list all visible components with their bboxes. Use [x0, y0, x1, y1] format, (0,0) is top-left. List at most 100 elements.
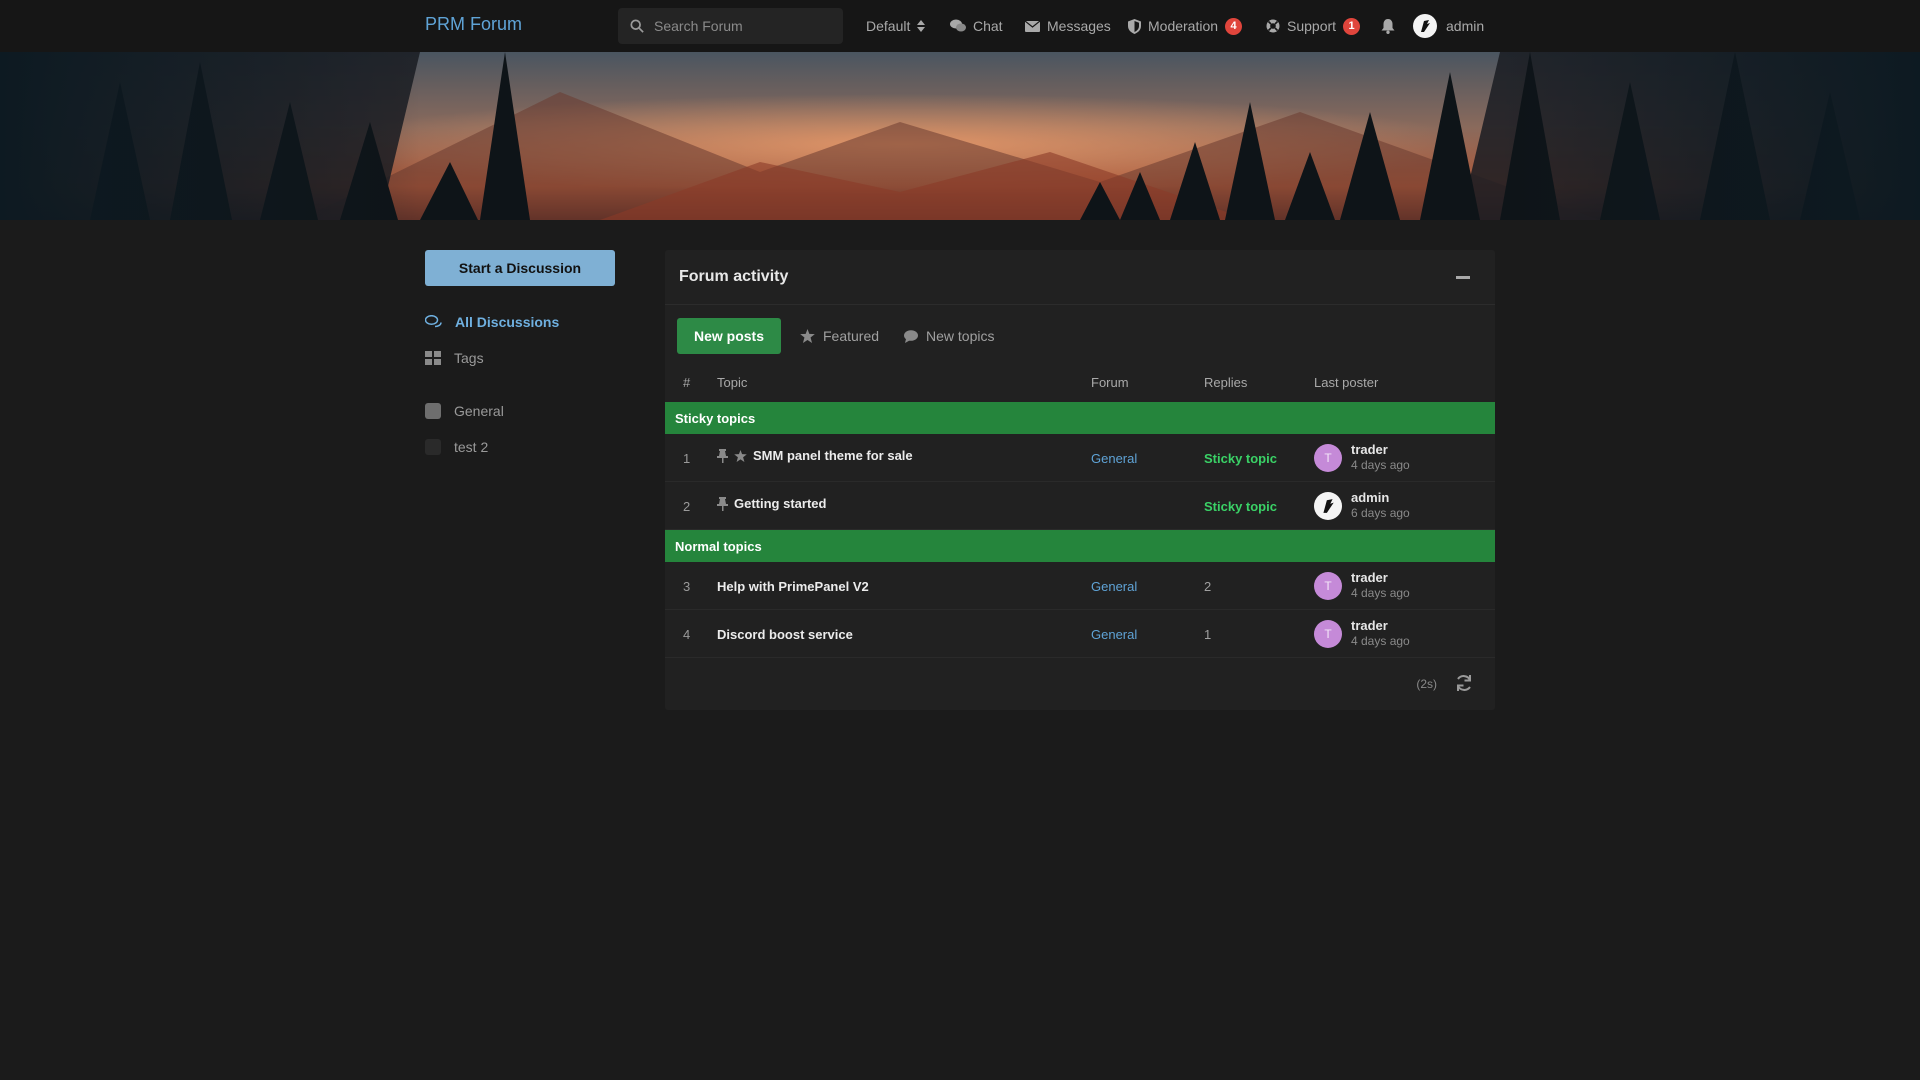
- all-discussions-label: All Discussions: [455, 314, 560, 330]
- pin-icon: [717, 448, 728, 463]
- top-navbar: PRM Forum Default Chat Messages Moderati…: [0, 0, 1920, 52]
- forum-link[interactable]: General: [1091, 451, 1137, 466]
- column-header-forum: Forum: [1091, 375, 1129, 390]
- post-time: 4 days ago: [1351, 458, 1410, 472]
- messages-label: Messages: [1047, 18, 1111, 34]
- tab-new-posts[interactable]: New posts: [677, 318, 781, 354]
- sidebar-item-all-discussions[interactable]: All Discussions: [425, 314, 559, 330]
- lifebuoy-icon: [1266, 19, 1280, 33]
- topic-link[interactable]: Help with PrimePanel V2: [717, 579, 869, 594]
- panel-divider: [665, 304, 1495, 305]
- tab-new-topics[interactable]: New topics: [904, 318, 994, 354]
- new-topics-label: New topics: [926, 328, 995, 344]
- sidebar-item-tag-test-2[interactable]: test 2: [425, 439, 488, 455]
- normal-topics-header: Normal topics: [665, 530, 1495, 562]
- sort-arrows-icon: [917, 20, 926, 32]
- shield-icon: [1128, 18, 1141, 34]
- default-label: Default: [866, 18, 911, 34]
- column-header-topic: Topic: [717, 375, 748, 390]
- topic-title: SMM panel theme for sale: [753, 448, 913, 463]
- topic-link[interactable]: Getting started: [717, 496, 826, 511]
- last-poster: trader 4 days ago: [1351, 618, 1410, 648]
- avatar[interactable]: [1314, 492, 1342, 520]
- column-header-last-poster: Last poster: [1314, 375, 1379, 390]
- notifications-bell[interactable]: [1381, 0, 1395, 52]
- nav-messages[interactable]: Messages: [1025, 0, 1111, 52]
- featured-label: Featured: [823, 328, 880, 344]
- tag-color-swatch: [425, 439, 441, 455]
- poster-name[interactable]: trader: [1351, 618, 1410, 633]
- last-poster: trader 4 days ago: [1351, 442, 1410, 472]
- topic-link[interactable]: SMM panel theme for sale: [717, 448, 913, 463]
- hero-banner: [0, 52, 1920, 220]
- topic-link[interactable]: Discord boost service: [717, 627, 853, 642]
- forum-brand[interactable]: PRM Forum: [425, 14, 522, 35]
- tags-label: Tags: [454, 350, 484, 366]
- moderation-label: Moderation: [1148, 18, 1219, 34]
- last-poster: admin 6 days ago: [1351, 490, 1410, 520]
- bell-icon: [1381, 18, 1395, 34]
- table-row[interactable]: 2 Getting started Sticky topic admin 6 d…: [665, 482, 1495, 530]
- sticky-status: Sticky topic: [1204, 451, 1277, 466]
- poster-name[interactable]: trader: [1351, 570, 1410, 585]
- tag-color-swatch: [425, 403, 441, 419]
- avatar[interactable]: T: [1314, 444, 1342, 472]
- search-box[interactable]: [618, 8, 843, 44]
- refresh-icon: [1457, 675, 1471, 691]
- reply-count: 2: [1204, 579, 1212, 594]
- grid-icon: [425, 351, 441, 365]
- tag-test2-label: test 2: [454, 439, 489, 455]
- support-label: Support: [1287, 18, 1337, 34]
- poster-name[interactable]: admin: [1351, 490, 1410, 505]
- pin-icon: [717, 496, 728, 511]
- tab-featured[interactable]: Featured: [800, 318, 879, 354]
- topic-title: Discord boost service: [717, 627, 853, 642]
- star-icon: [800, 329, 815, 343]
- avatar[interactable]: T: [1314, 620, 1342, 648]
- topic-title: Getting started: [734, 496, 827, 511]
- sidebar-item-tags[interactable]: Tags: [425, 350, 484, 366]
- chat-label: Chat: [973, 18, 1003, 34]
- row-number: 3: [683, 579, 691, 594]
- start-discussion-button[interactable]: Start a Discussion: [425, 250, 615, 286]
- nav-default-selector[interactable]: Default: [866, 0, 926, 52]
- moderation-badge: 4: [1225, 17, 1243, 35]
- row-number: 2: [683, 499, 691, 514]
- nav-moderation[interactable]: Moderation 4: [1128, 0, 1243, 52]
- search-icon: [630, 19, 644, 33]
- search-input[interactable]: [654, 18, 834, 34]
- user-label: admin: [1446, 18, 1485, 34]
- envelope-icon: [1025, 20, 1040, 32]
- topic-title: Help with PrimePanel V2: [717, 579, 869, 594]
- user-avatar: [1413, 14, 1437, 38]
- table-row[interactable]: 3 Help with PrimePanel V2 General 2 T tr…: [665, 562, 1495, 610]
- post-time: 4 days ago: [1351, 634, 1410, 648]
- forum-link[interactable]: General: [1091, 579, 1137, 594]
- sticky-topics-header: Sticky topics: [665, 402, 1495, 434]
- user-menu[interactable]: admin: [1413, 0, 1484, 52]
- comments-icon: [425, 315, 442, 328]
- row-number: 4: [683, 627, 691, 642]
- nav-support[interactable]: Support 1: [1266, 0, 1361, 52]
- post-time: 6 days ago: [1351, 506, 1410, 520]
- avatar[interactable]: T: [1314, 572, 1342, 600]
- admin-logo-icon: [1421, 20, 1430, 32]
- post-time: 4 days ago: [1351, 586, 1410, 600]
- reply-count: 1: [1204, 627, 1212, 642]
- star-icon: [734, 449, 747, 462]
- forum-link[interactable]: General: [1091, 627, 1137, 642]
- tag-general-label: General: [454, 403, 504, 419]
- forest-landscape-image: [0, 52, 1920, 220]
- column-header-replies: Replies: [1204, 375, 1248, 390]
- nav-chat[interactable]: Chat: [950, 0, 1003, 52]
- sticky-status: Sticky topic: [1204, 499, 1277, 514]
- table-row[interactable]: 1 SMM panel theme for sale General Stick…: [665, 434, 1495, 482]
- sidebar-item-tag-general[interactable]: General: [425, 403, 504, 419]
- collapse-icon[interactable]: [1456, 276, 1470, 279]
- refresh-button[interactable]: [1455, 674, 1473, 697]
- table-row[interactable]: 4 Discord boost service General 1 T trad…: [665, 610, 1495, 658]
- row-number: 1: [683, 451, 691, 466]
- load-time: (2s): [1416, 677, 1437, 691]
- comment-icon: [904, 329, 918, 343]
- poster-name[interactable]: trader: [1351, 442, 1410, 457]
